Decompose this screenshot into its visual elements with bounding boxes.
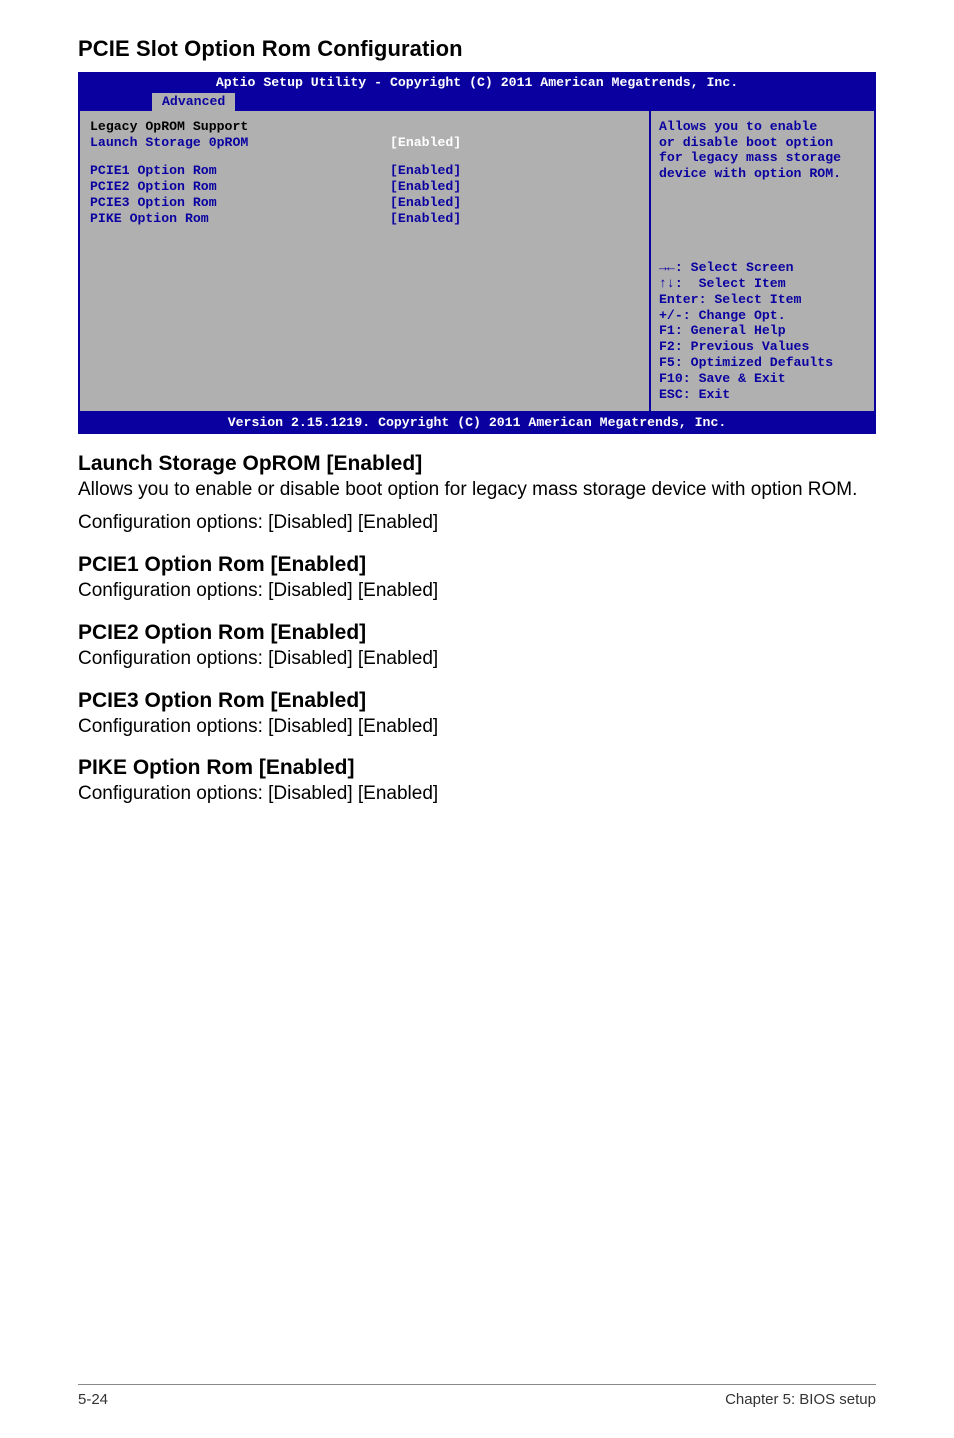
bios-section-label: Legacy OpROM Support	[90, 119, 639, 135]
page-number: 5-24	[78, 1391, 108, 1408]
legend-line: Enter: Select Item	[659, 292, 866, 308]
bios-item-label: Launch Storage 0pROM	[90, 135, 390, 151]
page-footer: 5-24 Chapter 5: BIOS setup	[78, 1384, 876, 1408]
help-line: for legacy mass storage	[659, 150, 866, 166]
bios-item-label: PCIE2 Option Rom	[90, 179, 390, 195]
bios-key-legend: →←: Select Screen ↑↓: Select Item Enter:…	[659, 260, 866, 403]
bios-body: Legacy OpROM Support Launch Storage 0pRO…	[78, 111, 876, 413]
bios-item-launch-storage[interactable]: Launch Storage 0pROM [Enabled]	[90, 135, 639, 151]
legend-line: F5: Optimized Defaults	[659, 355, 866, 371]
heading-pcie1: PCIE1 Option Rom [Enabled]	[78, 553, 876, 577]
legend-line: F2: Previous Values	[659, 339, 866, 355]
tab-advanced[interactable]: Advanced	[152, 93, 235, 111]
bios-tabs: Advanced	[78, 93, 876, 111]
bios-left-pane: Legacy OpROM Support Launch Storage 0pRO…	[80, 111, 649, 411]
bios-panel: Aptio Setup Utility - Copyright (C) 2011…	[78, 72, 876, 434]
bios-item-pcie1[interactable]: PCIE1 Option Rom [Enabled]	[90, 163, 639, 179]
bios-item-pike[interactable]: PIKE Option Rom [Enabled]	[90, 211, 639, 227]
heading-pcie3: PCIE3 Option Rom [Enabled]	[78, 689, 876, 713]
bios-item-value: [Enabled]	[390, 195, 461, 211]
legend-line: ESC: Exit	[659, 387, 866, 403]
chapter-label: Chapter 5: BIOS setup	[725, 1391, 876, 1408]
help-line: Allows you to enable	[659, 119, 866, 135]
bios-help-text: Allows you to enable or disable boot opt…	[659, 119, 866, 259]
heading-launch-storage: Launch Storage OpROM [Enabled]	[78, 452, 876, 476]
body-text: Allows you to enable or disable boot opt…	[78, 478, 876, 502]
body-text: Configuration options: [Disabled] [Enabl…	[78, 647, 876, 671]
heading-pcie2: PCIE2 Option Rom [Enabled]	[78, 621, 876, 645]
bios-header: Aptio Setup Utility - Copyright (C) 2011…	[78, 72, 876, 111]
heading-pike: PIKE Option Rom [Enabled]	[78, 756, 876, 780]
body-text: Configuration options: [Disabled] [Enabl…	[78, 782, 876, 806]
bios-item-label: PCIE1 Option Rom	[90, 163, 390, 179]
page-title: PCIE Slot Option Rom Configuration	[78, 36, 876, 62]
legend-line: ↑↓: Select Item	[659, 276, 866, 292]
bios-right-pane: Allows you to enable or disable boot opt…	[649, 111, 874, 411]
bios-item-value: [Enabled]	[390, 163, 461, 179]
body-text: Configuration options: [Disabled] [Enabl…	[78, 579, 876, 603]
help-line: device with option ROM.	[659, 166, 866, 182]
bios-item-value: [Enabled]	[390, 179, 461, 195]
legend-line: F10: Save & Exit	[659, 371, 866, 387]
help-line: or disable boot option	[659, 135, 866, 151]
bios-item-pcie3[interactable]: PCIE3 Option Rom [Enabled]	[90, 195, 639, 211]
body-text: Configuration options: [Disabled] [Enabl…	[78, 511, 876, 535]
bios-item-value: [Enabled]	[390, 211, 461, 227]
bios-item-value: [Enabled]	[390, 135, 461, 151]
bios-footer: Version 2.15.1219. Copyright (C) 2011 Am…	[78, 413, 876, 434]
legend-line: F1: General Help	[659, 323, 866, 339]
legend-line: →←: Select Screen	[659, 260, 866, 276]
legend-line: +/-: Change Opt.	[659, 308, 866, 324]
body-text: Configuration options: [Disabled] [Enabl…	[78, 715, 876, 739]
bios-item-label: PCIE3 Option Rom	[90, 195, 390, 211]
bios-item-label: PIKE Option Rom	[90, 211, 390, 227]
bios-item-pcie2[interactable]: PCIE2 Option Rom [Enabled]	[90, 179, 639, 195]
bios-header-title: Aptio Setup Utility - Copyright (C) 2011…	[78, 75, 876, 91]
